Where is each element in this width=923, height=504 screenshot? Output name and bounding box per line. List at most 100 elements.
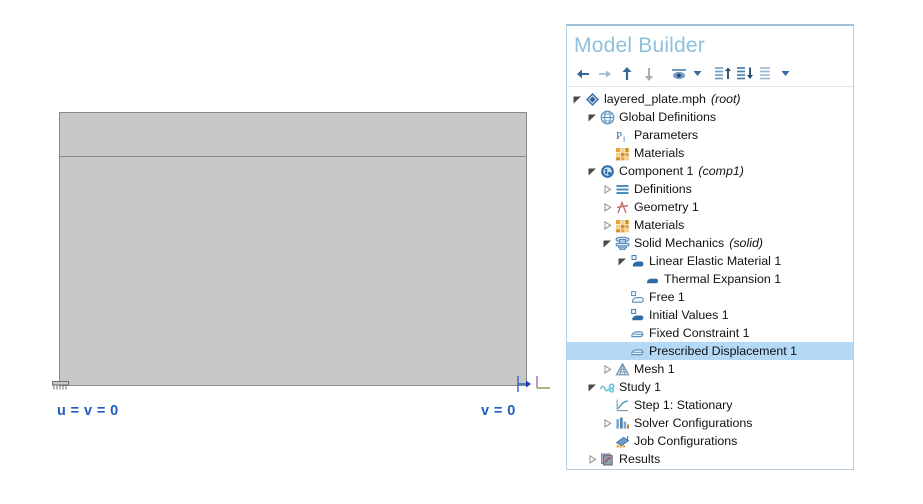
model-builder-toolbar [567, 59, 853, 88]
expand-tree-button[interactable] [713, 64, 733, 84]
materials-grid-icon [614, 217, 631, 234]
go-back-button[interactable] [573, 64, 593, 84]
model-builder-title: Model Builder [574, 34, 705, 57]
tree-node-label: Thermal Expansion 1 [664, 272, 782, 287]
triangle-down-icon[interactable] [601, 234, 614, 252]
tree-twisty-placeholder [616, 342, 629, 360]
tree-node-fixed-constraint-1[interactable]: Fixed Constraint 1 [567, 324, 853, 342]
materials-grid-icon [614, 145, 631, 162]
linear-elastic-icon [629, 253, 646, 270]
tree-node-tag: (solid) [729, 236, 763, 251]
tree-twisty-placeholder [616, 288, 629, 306]
triangle-right-icon[interactable] [601, 180, 614, 198]
triangle-right-icon[interactable] [601, 414, 614, 432]
root-diamond-icon [584, 91, 601, 108]
list-icon[interactable] [757, 64, 777, 84]
tree-twisty-placeholder [601, 396, 614, 414]
tree-twisty-placeholder [616, 324, 629, 342]
go-forward-button[interactable] [595, 64, 615, 84]
tree-node-label: Component 1 [619, 164, 694, 179]
triangle-right-icon[interactable] [601, 360, 614, 378]
job-icon [614, 433, 631, 450]
svg-text:i: i [623, 134, 626, 143]
tree-node-label: Global Definitions [619, 110, 717, 125]
study-icon [599, 379, 616, 396]
tree-node-label: Parameters [634, 128, 699, 143]
tree-node-layered-plate-mph[interactable]: layered_plate.mph (root) [567, 90, 853, 108]
tree-node-tag: (comp1) [698, 164, 744, 179]
tree-node-component-1[interactable]: Component 1 (comp1) [567, 162, 853, 180]
triangle-down-icon[interactable] [571, 90, 584, 108]
right-constraint-label: v = 0 [481, 403, 516, 419]
plate-bottom-layer[interactable] [59, 156, 527, 386]
tree-node-label: Initial Values 1 [649, 308, 729, 323]
fixed-constraint-icon [629, 325, 646, 342]
triangle-right-icon[interactable] [586, 450, 599, 468]
tree-node-label: Geometry 1 [634, 200, 699, 215]
tree-node-label: Study 1 [619, 380, 662, 395]
tree-twisty-placeholder [601, 432, 614, 450]
tree-node-free-1[interactable]: Free 1 [567, 288, 853, 306]
tree-node-global-definitions[interactable]: Global Definitions [567, 108, 853, 126]
tree-node-label: Materials [634, 218, 685, 233]
tree-node-mesh-1[interactable]: Mesh 1 [567, 360, 853, 378]
tree-node-label: Fixed Constraint 1 [649, 326, 750, 341]
tree-node-solid-mechanics[interactable]: Solid Mechanics (solid) [567, 234, 853, 252]
geometry-icon [614, 199, 631, 216]
eye-icon[interactable] [669, 64, 689, 84]
tree-twisty-placeholder [601, 144, 614, 162]
geometry-graphics-area[interactable]: u = v = 0 v = 0 [0, 0, 560, 504]
triangle-down-icon[interactable] [586, 108, 599, 126]
tree-twisty-placeholder [601, 126, 614, 144]
model-builder-panel: Model Builder layered_plate.mph (root) G… [566, 24, 854, 470]
tree-node-label: Prescribed Displacement 1 [649, 344, 798, 359]
tree-node-study-1[interactable]: Study 1 [567, 378, 853, 396]
tree-node-label: Definitions [634, 182, 692, 197]
triangle-down-icon[interactable] [586, 162, 599, 180]
svg-text:P: P [616, 130, 622, 142]
tree-twisty-placeholder [631, 270, 644, 288]
layered-plate-geometry[interactable] [59, 112, 527, 386]
triangle-right-icon[interactable] [601, 198, 614, 216]
model-tree[interactable]: layered_plate.mph (root) Global Definition… [567, 87, 853, 468]
tree-node-label: layered_plate.mph [604, 92, 706, 107]
move-up-button[interactable] [617, 64, 637, 84]
tree-node-results[interactable]: Results [567, 450, 853, 468]
solver-icon [614, 415, 631, 432]
tree-node-materials[interactable]: Materials [567, 216, 853, 234]
initial-values-icon [629, 307, 646, 324]
tree-node-job-configurations[interactable]: Job Configurations [567, 432, 853, 450]
collapse-tree-button[interactable] [735, 64, 755, 84]
globe-icon [599, 109, 616, 126]
tree-node-label: Job Configurations [634, 434, 738, 449]
tree-twisty-placeholder [616, 306, 629, 324]
parameters-pi-icon: Pi [614, 127, 631, 144]
solid-mechanics-icon [614, 235, 631, 252]
left-constraint-label: u = v = 0 [57, 403, 119, 419]
tree-node-label: Step 1: Stationary [634, 398, 733, 413]
tree-node-materials[interactable]: Materials [567, 144, 853, 162]
tree-node-geometry-1[interactable]: Geometry 1 [567, 198, 853, 216]
results-icon [599, 451, 616, 468]
component-icon [599, 163, 616, 180]
triangle-down-icon[interactable] [616, 252, 629, 270]
definitions-lines-icon [614, 181, 631, 198]
tree-node-linear-elastic-material-1[interactable]: Linear Elastic Material 1 [567, 252, 853, 270]
tree-node-prescribed-displacement-1[interactable]: Prescribed Displacement 1 [567, 342, 853, 361]
show-hide-dropdown[interactable] [691, 64, 703, 84]
move-down-button[interactable] [639, 64, 659, 84]
plate-top-layer[interactable] [59, 112, 527, 157]
triangle-down-icon[interactable] [586, 378, 599, 396]
free-boundary-icon [629, 289, 646, 306]
triangle-right-icon[interactable] [601, 216, 614, 234]
tree-node-definitions[interactable]: Definitions [567, 180, 853, 198]
tree-node-thermal-expansion-1[interactable]: Thermal Expansion 1 [567, 270, 853, 288]
tree-node-step-1-stationary[interactable]: Step 1: Stationary [567, 396, 853, 414]
tree-node-label: Solver Configurations [634, 416, 753, 431]
fixed-constraint-hatch-icon [52, 381, 69, 390]
prescribed-displacement-arrow-icon [516, 374, 534, 394]
tree-node-solver-configurations[interactable]: Solver Configurations [567, 414, 853, 432]
tree-node-initial-values-1[interactable]: Initial Values 1 [567, 306, 853, 324]
tree-node-parameters[interactable]: Pi Parameters [567, 126, 853, 144]
list-options-dropdown[interactable] [779, 64, 791, 84]
